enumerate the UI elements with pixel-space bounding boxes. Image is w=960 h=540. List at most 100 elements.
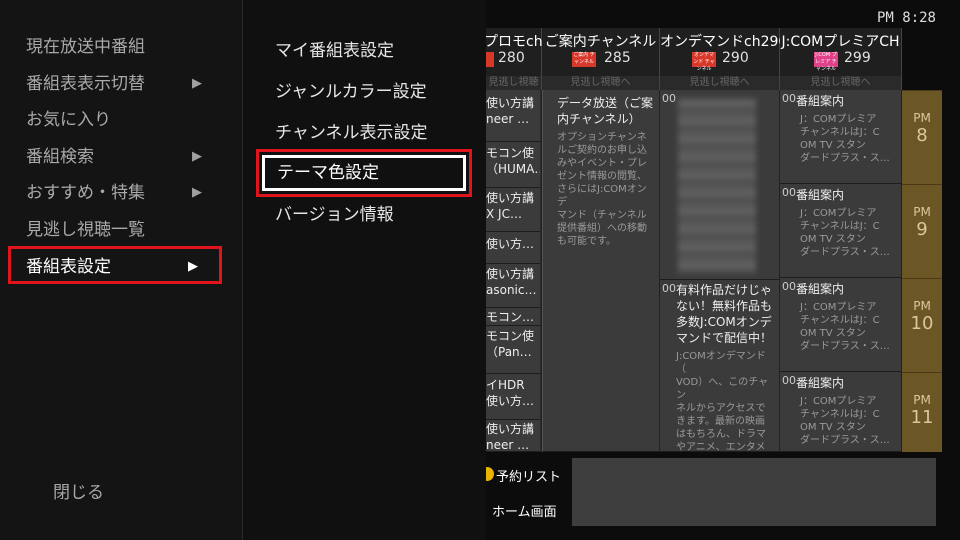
menu-item-label: 番組表設定 <box>26 257 111 277</box>
program-title: 使い方… <box>486 237 535 251</box>
program-cell[interactable]: 00 番組案内 J：COMプレミア チャンネルはJ：C OM TV スタン ダー… <box>780 372 901 452</box>
channel-header[interactable]: ご案内チャンネル ご案内 チャンネル 285 <box>542 28 660 76</box>
time-ampm: PM <box>913 205 931 219</box>
close-button[interactable]: 閉じる <box>53 478 104 503</box>
submenu-item-theme-color[interactable]: テーマ色設定 <box>256 149 472 197</box>
program-title: 使い方講 neer … <box>486 422 535 452</box>
program-cell[interactable]: 使い方講 X JC… <box>486 188 540 232</box>
channel-logo: J:COM プレミア チャンネル <box>814 52 838 72</box>
program-cell[interactable]: モコン… <box>486 308 540 326</box>
program-title: 番組案内 <box>796 282 845 296</box>
clock: PM 8:28 <box>876 10 936 26</box>
time-hour: 8 <box>916 125 928 146</box>
menu-item-view-switch[interactable]: 番組表表示切替 ▶ <box>26 69 226 99</box>
time-slot: PM 8 <box>902 90 942 184</box>
catchup-link[interactable]: 見逃し視聴へ <box>780 76 902 90</box>
channel-logo <box>486 52 494 67</box>
program-title: データ放送（ご案 内チャンネル） <box>557 96 654 126</box>
program-cell[interactable]: 使い方… <box>486 232 540 264</box>
time-hour: 11 <box>910 407 934 428</box>
program-minutes: 00 <box>662 282 676 295</box>
catchup-link[interactable]: 見逃し視聴へ <box>486 76 542 102</box>
time-ampm: PM <box>913 299 931 313</box>
menu-item-label: 番組表表示切替 <box>26 74 145 94</box>
program-minutes: 00 <box>662 92 676 105</box>
time-slot: PM 9 <box>902 184 942 278</box>
submenu-item-label: テーマ色設定 <box>262 155 466 191</box>
program-description: J：COMプレミア チャンネルはJ：C OM TV スタン ダードプラス・ス… <box>800 114 890 164</box>
channel-name: オンデマンドch290 <box>660 34 788 50</box>
submenu-item-channel-display[interactable]: チャンネル表示設定 <box>275 118 428 148</box>
time-ampm: PM <box>913 111 931 125</box>
program-minutes: 00 <box>782 186 796 199</box>
program-title: 使い方講 neer … <box>486 96 535 126</box>
time-slot: PM 10 <box>902 278 942 372</box>
submenu-item-label: チャンネル表示設定 <box>275 123 428 143</box>
program-cell[interactable]: 00 番組案内 J：COMプレミア チャンネルはJ：C OM TV スタン ダー… <box>780 184 901 278</box>
menu-item-catchup[interactable]: 見逃し視聴一覧 <box>26 215 226 245</box>
submenu-item-genre-color[interactable]: ジャンルカラー設定 <box>275 77 427 107</box>
catchup-link[interactable]: 見逃し視聴へ <box>660 76 780 90</box>
program-cell[interactable]: 00 有料作品だけじゃ ない！無料作品も 多数J:COMオンデ マンドで配信中！… <box>660 280 779 452</box>
program-title: イHDR 使い方… <box>486 378 535 408</box>
reserve-list-button[interactable]: 予約リスト <box>496 466 561 485</box>
video-preview <box>572 458 936 526</box>
program-title: 有料作品だけじゃ ない！無料作品も 多数J:COMオンデ マンドで配信中！ <box>676 283 773 345</box>
channel-column: 00 00 有料作品だけじゃ ない！無料作品も 多数J:COMオンデ マンドで配… <box>660 90 780 452</box>
channel-name: J:COMプレミアCH <box>781 34 900 50</box>
channel-number: 290 <box>722 50 749 66</box>
channel-name: プロモch <box>486 34 543 50</box>
program-cell[interactable]: 使い方講 neer … <box>486 90 540 142</box>
program-cell[interactable]: 使い方講 asonic… <box>486 264 540 308</box>
program-cell[interactable]: 00 <box>660 90 779 280</box>
arrow-right-icon: ▶ <box>192 76 202 91</box>
catchup-link[interactable]: 見逃し視聴へ <box>542 76 660 90</box>
channel-header[interactable]: プロモch 280 <box>486 28 543 76</box>
channel-header[interactable]: J:COMプレミアCH J:COM プレミア チャンネル 299 <box>780 28 902 76</box>
program-cell[interactable]: モコン使 （HUMA… <box>486 142 540 188</box>
submenu-item-my-guide[interactable]: マイ番組表設定 <box>275 36 394 66</box>
submenu-item-version[interactable]: バージョン情報 <box>275 200 394 230</box>
menu-item-label: 現在放送中番組 <box>26 37 145 57</box>
program-title: 番組案内 <box>796 188 845 202</box>
program-description: J：COMプレミア チャンネルはJ：C OM TV スタン ダードプラス・ス… <box>800 302 890 352</box>
time-hour: 10 <box>910 313 934 334</box>
channel-number: 280 <box>498 50 525 66</box>
program-description: J：COMプレミア チャンネルはJ：C OM TV スタン ダードプラス・ス… <box>800 208 890 258</box>
menu-item-now-on-air[interactable]: 現在放送中番組 <box>26 32 226 62</box>
program-guide: PM 8:28 プロモch 280 ご案内チャンネル ご案内 チャンネル 285… <box>486 0 960 540</box>
channel-number: 285 <box>604 50 631 66</box>
program-cell[interactable]: イHDR 使い方… <box>486 374 540 420</box>
menu-item-label: お気に入り <box>26 110 111 130</box>
program-cell[interactable]: 00 番組案内 J：COMプレミア チャンネルはJ：C OM TV スタン ダー… <box>780 90 901 184</box>
program-cell[interactable]: 00 番組案内 J：COMプレミア チャンネルはJ：C OM TV スタン ダー… <box>780 278 901 372</box>
submenu-item-label: ジャンルカラー設定 <box>275 82 427 102</box>
program-title: モコン使 （HUMA… <box>486 146 540 176</box>
channel-header[interactable]: オンデマンドch290 オンデマンド チャンネル 290 <box>660 28 788 76</box>
program-title: モコン使 （Pan… <box>486 329 535 359</box>
time-ampm: PM <box>913 393 931 407</box>
program-cell[interactable]: モコン使 （Pan… <box>486 326 540 374</box>
arrow-right-icon: ▶ <box>192 149 202 164</box>
menu-item-label: おすすめ・特集 <box>26 183 145 203</box>
home-screen-button[interactable]: ホーム画面 <box>492 501 557 520</box>
program-minutes: 00 <box>782 92 796 105</box>
program-description: J：COMプレミア チャンネルはJ：C OM TV スタン ダードプラス・ス… <box>800 396 890 446</box>
menu-item-recommended[interactable]: おすすめ・特集 ▶ <box>26 178 226 208</box>
time-hour: 9 <box>916 219 928 240</box>
program-title: 使い方講 X JC… <box>486 191 535 221</box>
channel-name: ご案内チャンネル <box>544 34 657 50</box>
program-minutes: 00 <box>782 374 796 387</box>
channel-column: 00 番組案内 J：COMプレミア チャンネルはJ：C OM TV スタン ダー… <box>780 90 902 452</box>
menu-item-favorites[interactable]: お気に入り <box>26 105 226 135</box>
program-title: モコン… <box>486 310 535 324</box>
menu-item-guide-settings[interactable]: 番組表設定 ▶ <box>8 246 222 284</box>
submenu-item-label: バージョン情報 <box>275 205 394 225</box>
arrow-right-icon: ▶ <box>188 259 198 274</box>
program-cell[interactable]: データ放送（ご案 内チャンネル） オプションチャンネ ルご契約のお申し込 みやイ… <box>542 90 659 452</box>
program-cell[interactable]: 使い方講 neer … <box>486 420 540 452</box>
menu-item-search[interactable]: 番組検索 ▶ <box>26 142 226 172</box>
channel-logo: オンデマンド チャンネル <box>692 52 716 72</box>
program-description: J:COMオンデマンド（ VOD）へ、このチャン ネルからアクセスで きます。最… <box>676 351 769 452</box>
main-menu: 現在放送中番組 番組表表示切替 ▶ お気に入り 番組検索 ▶ おすすめ・特集 ▶ 見逃… <box>0 0 243 540</box>
